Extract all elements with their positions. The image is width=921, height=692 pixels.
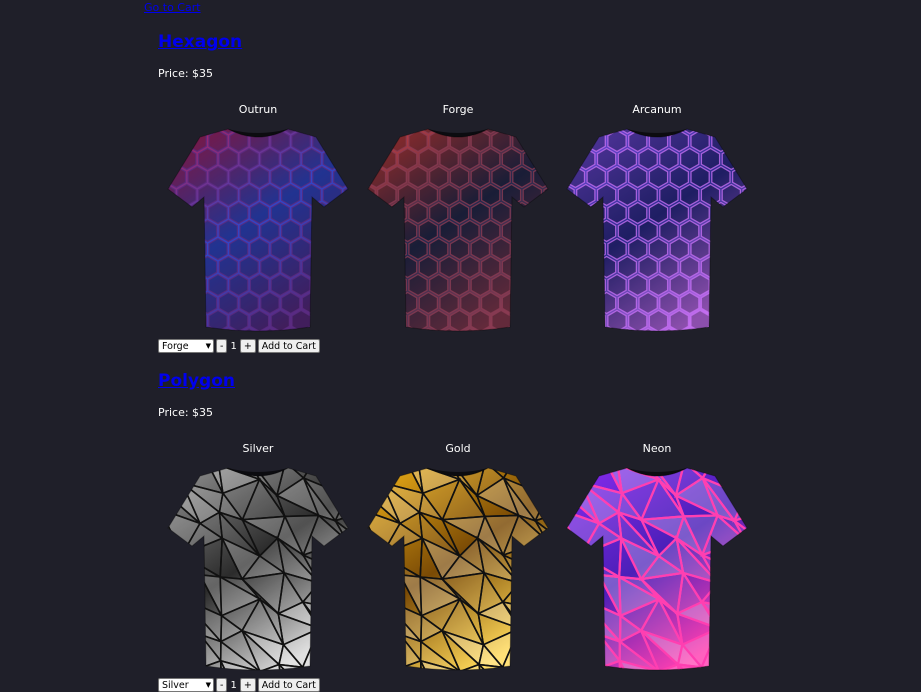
product-price: Price: $35 xyxy=(158,67,214,80)
variant-name: Gold xyxy=(445,442,471,455)
go-to-cart-link[interactable]: Go to Cart xyxy=(144,1,201,14)
tshirt-image[interactable] xyxy=(166,123,350,333)
variant-select-value: Forge xyxy=(162,340,189,352)
decrease-quantity-button[interactable]: - xyxy=(216,339,228,353)
product-title[interactable]: Hexagon xyxy=(158,32,242,52)
chevron-down-icon: ▼ xyxy=(205,342,211,350)
variant-name: Silver xyxy=(242,442,274,455)
quantity-value: 1 xyxy=(230,679,237,691)
product-hexagon: Hexagon Price: $35 Outrun Forge Arcanum … xyxy=(158,30,778,360)
variant-select[interactable]: Forge ▼ xyxy=(158,339,214,353)
variant-select-value: Silver xyxy=(162,679,189,691)
variant-name: Arcanum xyxy=(632,103,682,116)
tshirt-image[interactable] xyxy=(565,462,749,672)
chevron-down-icon: ▼ xyxy=(205,681,211,689)
cart-controls: Forge ▼ - 1 + Add to Cart xyxy=(158,339,320,353)
product-price: Price: $35 xyxy=(158,406,214,419)
variant-name: Outrun xyxy=(238,103,278,116)
product-title[interactable]: Polygon xyxy=(158,371,235,391)
tshirt-image[interactable] xyxy=(366,123,550,333)
tshirt-image[interactable] xyxy=(166,462,350,672)
quantity-value: 1 xyxy=(230,340,237,352)
tshirt-image[interactable] xyxy=(366,462,550,672)
add-to-cart-button[interactable]: Add to Cart xyxy=(257,339,320,353)
tshirt-image[interactable] xyxy=(565,123,749,333)
product-polygon: Polygon Price: $35 Silver Gold Neon Silv… xyxy=(158,369,778,692)
variant-name: Forge xyxy=(442,103,474,116)
variant-name: Neon xyxy=(642,442,672,455)
increase-quantity-button[interactable]: + xyxy=(239,339,256,353)
